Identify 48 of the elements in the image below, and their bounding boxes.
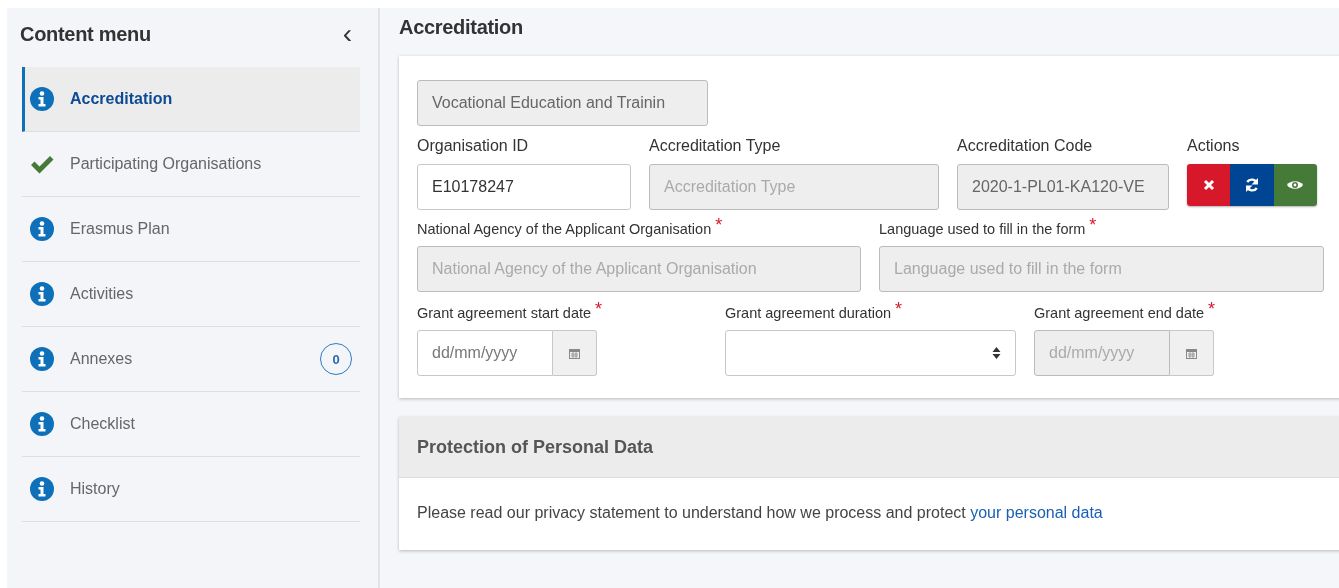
sidebar-item[interactable]: Activities	[22, 262, 360, 327]
input-field[interactable]: E10178247	[417, 164, 631, 210]
check-icon	[30, 154, 54, 174]
info-icon	[30, 347, 54, 371]
sidebar-item[interactable]: Participating Organisations	[22, 132, 360, 197]
refresh-button[interactable]	[1230, 164, 1274, 206]
info-icon	[30, 87, 54, 111]
sidebar-item[interactable]: Annexes 0	[22, 327, 360, 392]
required-mark: *	[1089, 218, 1097, 232]
sidebar-item[interactable]: Checklist	[22, 392, 360, 457]
field-label: Grant agreement start date	[417, 304, 592, 323]
field-label: Accreditation Code	[957, 136, 1093, 156]
view-button[interactable]	[1273, 164, 1317, 206]
sidebar-item[interactable]: Erasmus Plan	[22, 197, 360, 262]
info-icon	[30, 412, 54, 436]
section-title: Protection of Personal Data	[417, 436, 654, 458]
required-mark: *	[595, 302, 603, 316]
info-icon	[30, 217, 54, 241]
select-field[interactable]	[725, 330, 1016, 376]
calendar-button[interactable]	[1170, 330, 1214, 376]
field-label: Accreditation Type	[649, 136, 781, 156]
date-field[interactable]: dd/mm/yyyy	[417, 330, 553, 376]
personal-data-link[interactable]: your personal data	[970, 504, 1103, 521]
collapse-button[interactable]: ‹	[338, 20, 356, 48]
calendar-button[interactable]	[553, 330, 597, 376]
field-label: National Agency of the Applicant Organisation	[417, 220, 712, 239]
sidebar-title: Content menu	[20, 22, 151, 46]
calendar-icon	[569, 347, 580, 359]
field-label: Grant agreement end date	[1034, 304, 1205, 323]
required-mark: *	[1208, 302, 1216, 316]
required-mark: *	[895, 302, 903, 316]
field-label: Organisation ID	[417, 136, 529, 156]
eye-icon	[1286, 179, 1305, 191]
sort-arrows-icon	[992, 346, 1001, 360]
info-icon	[30, 282, 54, 306]
field-label: Language used to fill in the form	[879, 220, 1086, 239]
calendar-icon	[1186, 347, 1197, 359]
delete-button[interactable]	[1187, 164, 1231, 206]
required-mark: *	[715, 218, 723, 232]
page-title: Accreditation	[399, 16, 524, 39]
field-label: Grant agreement duration	[725, 304, 892, 323]
privacy-text: Please read our privacy statement to understand how we process and protect your personal data	[417, 504, 1104, 522]
refresh-icon	[1244, 177, 1260, 193]
info-icon	[30, 477, 54, 501]
sidebar-item[interactable]: History	[22, 457, 360, 522]
sidebar-item[interactable]: Accreditation	[22, 67, 360, 132]
field-label: Actions	[1187, 136, 1240, 156]
close-icon	[1202, 179, 1215, 191]
